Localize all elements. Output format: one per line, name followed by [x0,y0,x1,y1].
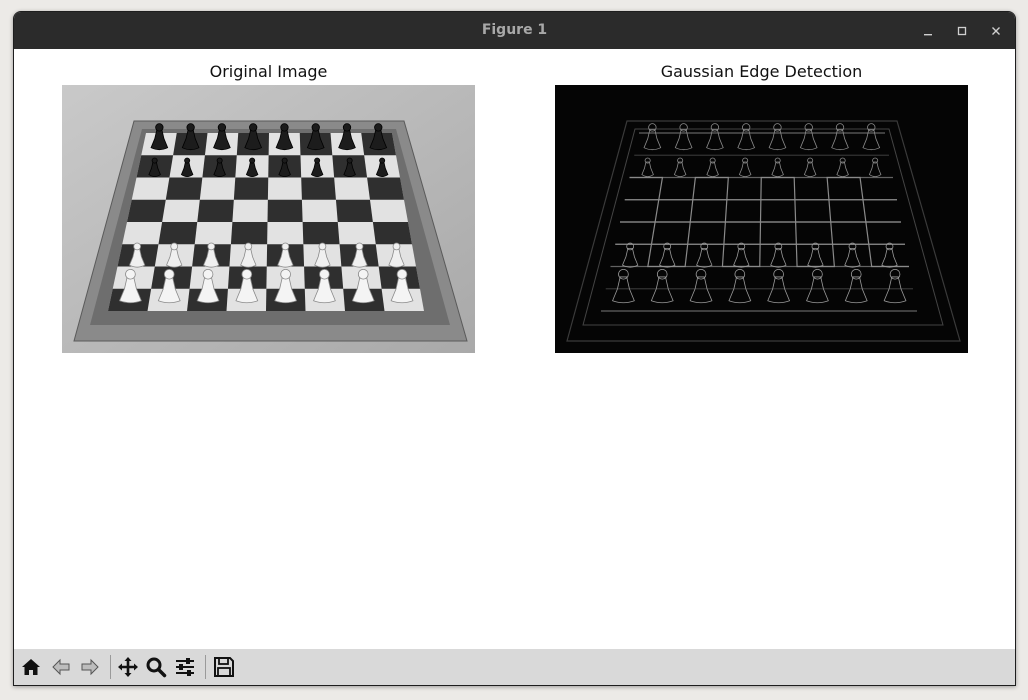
minimize-icon [924,34,932,36]
save-button[interactable] [211,654,237,680]
magnifier-icon [146,657,167,678]
figure-window: Figure 1 Original Image Gaussian Edge De… [13,11,1016,686]
close-icon [992,27,1000,35]
maximize-button[interactable] [952,21,972,41]
zoom-button[interactable] [143,654,169,680]
original-image [62,85,475,353]
floppy-disk-icon [214,657,234,677]
configure-subplots-button[interactable] [172,654,198,680]
title-bar[interactable]: Figure 1 [14,12,1015,50]
axes-title-edges: Gaussian Edge Detection [660,62,863,81]
move-icon [118,657,138,677]
navigation-toolbar [14,649,1015,685]
pan-button[interactable] [115,654,141,680]
maximize-icon [957,26,967,36]
sliders-icon [176,658,194,676]
back-button[interactable] [48,654,74,680]
figure-canvas[interactable]: Original Image Gaussian Edge Detection [14,49,1015,649]
close-button[interactable] [986,21,1006,41]
edge-detection-image [555,85,968,353]
home-button[interactable] [18,654,44,680]
window-title: Figure 1 [481,22,548,38]
axes-title-original: Original Image [209,62,328,81]
back-arrow-icon [52,658,70,676]
minimize-button[interactable] [918,21,938,41]
forward-arrow-icon [81,658,99,676]
toolbar-separator [110,655,111,679]
home-icon [22,659,40,675]
forward-button[interactable] [77,654,103,680]
toolbar-separator [205,655,206,679]
